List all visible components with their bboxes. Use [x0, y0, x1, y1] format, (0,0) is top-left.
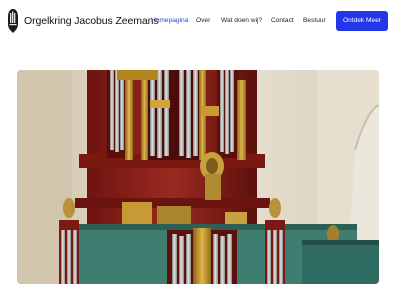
- nav-item-homepagina[interactable]: Homepagina: [151, 17, 188, 24]
- site-header: Orgelkring Jacobus Zeemans Homepagina Ov…: [0, 0, 400, 44]
- nav-item-over[interactable]: Over: [196, 17, 210, 24]
- hero-image: [17, 70, 379, 284]
- nav-item-contact[interactable]: Contact: [271, 17, 294, 24]
- ontdek-meer-button[interactable]: Ontdek Meer: [336, 11, 388, 31]
- nav-item-bestuur[interactable]: Bestuur: [303, 17, 326, 24]
- nav-item-wat-doen-wij[interactable]: Wat doen wij?: [221, 17, 262, 24]
